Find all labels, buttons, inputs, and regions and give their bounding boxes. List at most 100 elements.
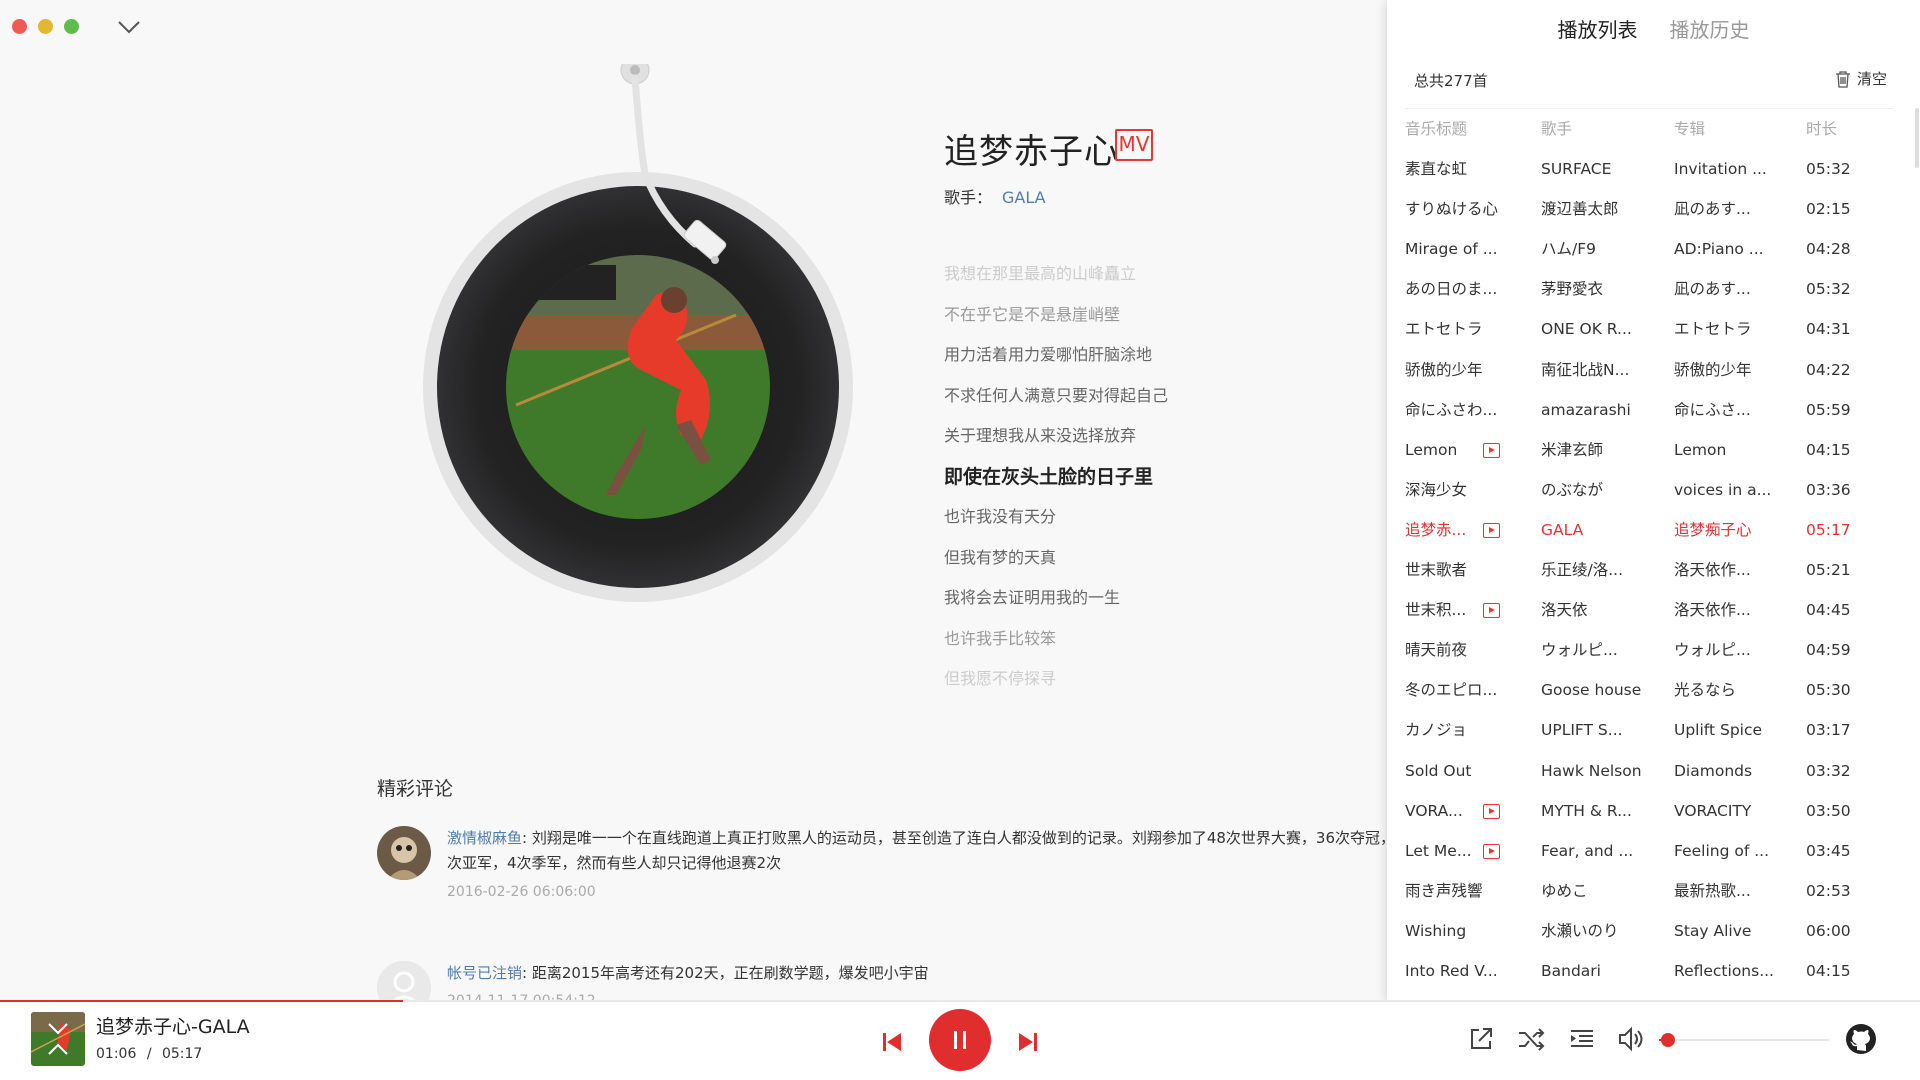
song-album-cell[interactable]: 骄傲的少年 [1674,350,1792,390]
shuffle-icon[interactable] [1516,1024,1546,1054]
playlist-row[interactable]: すりぬける心 渡辺善太郎 凪のあす... 02:15 [1405,189,1893,229]
song-artist-cell[interactable]: 水瀬いのり [1541,911,1659,951]
close-window-button[interactable] [12,19,27,34]
song-artist-cell[interactable]: Fear, and ... [1541,831,1659,871]
song-artist-cell[interactable]: amazarashi [1541,390,1659,430]
volume-slider[interactable] [1659,1033,1829,1047]
github-icon[interactable] [1845,1023,1877,1055]
playlist-row[interactable]: 深海少女 のぶなが voices in a... 03:36 [1405,470,1893,510]
comment-user[interactable]: 帐号已注销 [447,964,522,982]
song-artist-cell[interactable]: 茅野愛衣 [1541,269,1659,309]
playlist-scrollbar[interactable] [1915,108,1919,168]
song-album-cell[interactable]: Diamonds [1674,751,1792,791]
tab-playlist[interactable]: 播放列表 [1558,12,1638,45]
song-artist-cell[interactable]: MYTH & R... [1541,791,1659,831]
song-artist-cell[interactable]: ウォルピ... [1541,630,1659,670]
song-artist-cell[interactable]: Goose house [1541,670,1659,710]
song-title-cell: Sold Out [1405,761,1472,780]
song-artist-cell[interactable]: ONE OK R... [1541,309,1659,349]
song-artist-cell[interactable]: SURFACE [1541,149,1659,189]
mv-play-icon[interactable] [1483,603,1500,619]
mv-badge-button[interactable]: MV [1115,129,1153,161]
playlist-row[interactable]: 雨き声残響 ゆめこ 最新热歌... 02:53 [1405,871,1893,911]
song-album-cell[interactable]: ウォルピ... [1674,630,1792,670]
song-album-cell[interactable]: VORACITY [1674,791,1792,831]
playlist-row[interactable]: 世末歌者 乐正绫/洛... 洛天依作... 05:21 [1405,550,1893,590]
collapse-chevron-icon[interactable] [116,14,142,40]
maximize-window-button[interactable] [64,19,79,34]
volume-icon[interactable] [1616,1024,1646,1054]
song-artist-cell[interactable]: 洛天依 [1541,590,1659,630]
playlist-row[interactable]: Lemon 米津玄師 Lemon 04:15 [1405,430,1893,470]
playlist-row[interactable]: エトセトラ ONE OK R... エトセトラ 04:31 [1405,309,1893,349]
song-artist-cell[interactable]: のぶなが [1541,470,1659,510]
playlist-row[interactable]: 冬のエピロ... Goose house 光るなら 05:30 [1405,670,1893,710]
comment-user[interactable]: 激情椒麻鱼 [447,829,522,847]
now-playing-thumbnail[interactable] [31,1012,85,1066]
song-album-cell[interactable]: 凪のあす... [1674,269,1792,309]
mv-play-icon[interactable] [1483,442,1500,458]
minimize-window-button[interactable] [38,19,53,34]
song-album-cell[interactable]: 洛天依作... [1674,590,1792,630]
playlist-row[interactable]: VORA... MYTH & R... VORACITY 03:50 [1405,791,1893,831]
clear-playlist-button[interactable]: 清空 [1835,68,1887,89]
song-album-cell[interactable]: 光るなら [1674,670,1792,710]
playlist-row[interactable]: 素直な虹 SURFACE Invitation ... 05:32 [1405,149,1893,189]
mv-play-icon[interactable] [1483,522,1500,538]
song-album-cell[interactable]: Stay Alive [1674,911,1792,951]
song-artist-cell[interactable]: 米津玄師 [1541,430,1659,470]
song-album-cell[interactable]: Uplift Spice [1674,710,1792,750]
tab-history[interactable]: 播放历史 [1670,12,1750,45]
song-artist-cell[interactable]: Bandari [1541,951,1659,991]
song-album-cell[interactable]: voices in a... [1674,470,1792,510]
song-album-cell[interactable]: Lemon [1674,430,1792,470]
mv-play-icon[interactable] [1483,843,1500,859]
song-album-cell[interactable]: AD:Piano ... [1674,229,1792,269]
song-artist-cell[interactable]: 南征北战N... [1541,350,1659,390]
song-album-cell[interactable]: Reflections... [1674,951,1792,991]
playlist-row[interactable]: Mirage of ... ハム/F9 AD:Piano ... 04:28 [1405,229,1893,269]
song-title-cell: 晴天前夜 [1405,641,1468,660]
playlist-row[interactable]: Sold Out Hawk Nelson Diamonds 03:32 [1405,751,1893,791]
previous-button[interactable] [876,1026,908,1058]
song-album-cell[interactable]: 洛天依作... [1674,550,1792,590]
playlist-row[interactable]: Into Red V... Bandari Reflections... 04:15 [1405,951,1893,991]
share-icon[interactable] [1466,1024,1496,1054]
song-album-cell[interactable]: 命にふさ... [1674,390,1792,430]
song-title-cell: 雨き声残響 [1405,881,1483,900]
playlist-row-current[interactable]: 追梦赤... GALA 追梦痴子心 05:17 [1405,510,1893,550]
song-album-cell[interactable]: 凪のあす... [1674,189,1792,229]
next-button[interactable] [1012,1026,1044,1058]
playlist-row[interactable]: 命にふさわ... amazarashi 命にふさ... 05:59 [1405,390,1893,430]
trash-icon [1836,70,1850,88]
volume-knob[interactable] [1660,1033,1675,1047]
song-artist-cell[interactable]: UPLIFT S... [1541,710,1659,750]
playlist-row[interactable]: 世末积... 洛天依 洛天依作... 04:45 [1405,590,1893,630]
playlist-row[interactable]: 骄傲的少年 南征北战N... 骄傲的少年 04:22 [1405,350,1893,390]
song-album-cell[interactable]: 最新热歌... [1674,871,1792,911]
song-duration-cell: 04:45 [1806,601,1851,620]
playlist-row[interactable]: Wishing 水瀬いのり Stay Alive 06:00 [1405,911,1893,951]
lyric-line: 不在乎它是不是悬崖峭壁 [944,304,1121,324]
song-album-cell[interactable]: Invitation ... [1674,149,1792,189]
artist-link[interactable]: GALA [1002,188,1046,207]
playlist-row[interactable]: カノジョ UPLIFT S... Uplift Spice 03:17 [1405,710,1893,750]
song-artist-cell[interactable]: ゆめこ [1541,871,1659,911]
playlist-row[interactable]: あの日のま... 茅野愛衣 凪のあす... 05:32 [1405,269,1893,309]
playlist-row[interactable]: Let Me... Fear, and ... Feeling of ... 03:4… [1405,831,1893,871]
song-artist-cell[interactable]: GALA [1541,510,1659,550]
song-album-cell[interactable]: Feeling of ... [1674,831,1792,871]
avatar[interactable] [377,826,431,880]
song-artist-cell[interactable]: Hawk Nelson [1541,751,1659,791]
song-artist-cell[interactable]: 渡辺善太郎 [1541,189,1659,229]
lyric-line: 但我愿不停探寻 [944,669,1057,688]
pause-button[interactable] [929,1009,991,1071]
song-album-cell[interactable]: 追梦痴子心 [1674,510,1792,550]
song-album-cell[interactable]: エトセトラ [1674,309,1792,349]
song-artist-cell[interactable]: 乐正绫/洛... [1541,550,1659,590]
mv-play-icon[interactable] [1483,803,1500,819]
playlist-icon[interactable] [1567,1024,1597,1054]
playlist-row[interactable]: 晴天前夜 ウォルピ... ウォルピ... 04:59 [1405,630,1893,670]
song-artist-cell[interactable]: ハム/F9 [1541,229,1659,269]
song-duration-cell: 03:45 [1806,841,1851,860]
